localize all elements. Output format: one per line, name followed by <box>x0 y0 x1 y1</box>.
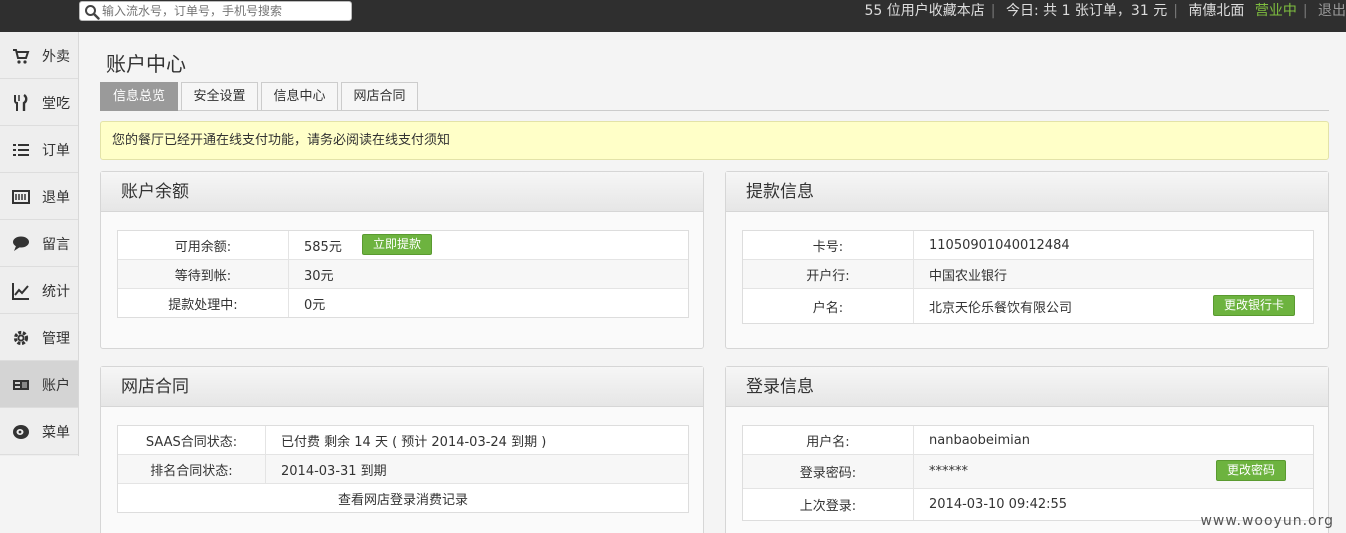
withdraw-button[interactable]: 立即提款 <box>362 234 433 255</box>
table-row: 查看网店登录消费记录 <box>118 484 688 512</box>
login-info-panel: 登录信息 用户名: nanbaobeimian 登录密码: ****** 更改密… <box>725 366 1329 533</box>
change-password-button[interactable]: 更改密码 <box>1216 460 1287 481</box>
sidebar-item-account[interactable]: 账户 <box>0 361 78 408</box>
change-bank-card-button[interactable]: 更改银行卡 <box>1213 295 1296 316</box>
sidebar-item-label: 菜单 <box>42 425 70 441</box>
row-label: 等待到帐: <box>118 260 289 288</box>
cart-icon <box>13 49 30 64</box>
login-info-table: 用户名: nanbaobeimian 登录密码: ****** 更改密码 上次登… <box>742 425 1314 521</box>
sidebar-item-orders[interactable]: 订单 <box>0 126 78 173</box>
table-row: 排名合同状态: 2014-03-31 到期 <box>118 455 688 484</box>
page-title: 账户中心 <box>106 52 186 76</box>
contract-table: SAAS合同状态: 已付费 剩余 14 天 ( 预计 2014-03-24 到期… <box>117 425 689 513</box>
row-label: 登录密码: <box>743 455 914 488</box>
sidebar-item-label: 退单 <box>42 190 70 206</box>
status-badge[interactable]: 营业中 <box>1255 3 1297 19</box>
panel-title: 登录信息 <box>726 367 1328 407</box>
top-info: 55 位用户收藏本店 | 今日: 共 1 张订单，31 元 | 南僡北面 营业中 | … <box>864 3 1346 19</box>
contract-panel: 网店合同 SAAS合同状态: 已付费 剩余 14 天 ( 预计 2014-03-… <box>100 366 704 533</box>
payment-notice: 您的餐厅已经开通在线支付功能，请务必阅读在线支付须知 <box>100 121 1329 160</box>
sidebar-item-dine-in[interactable]: 堂吃 <box>0 79 78 126</box>
sidebar-item-menu[interactable]: 菜单 <box>0 408 78 455</box>
row-value: ****** <box>929 464 968 479</box>
sidebar-item-label: 留言 <box>42 237 70 253</box>
table-row: 登录密码: ****** 更改密码 <box>743 455 1313 489</box>
dish-icon <box>13 425 29 439</box>
row-value: 585元 <box>304 239 342 255</box>
row-value: 11050901040012484 <box>929 237 1070 253</box>
panel-title: 提款信息 <box>726 172 1328 212</box>
gear-icon <box>13 330 29 346</box>
withdraw-info-table: 卡号: 11050901040012484 开户行: 中国农业银行 户名: 北京… <box>742 230 1314 324</box>
sidebar-item-label: 堂吃 <box>42 96 70 112</box>
search-box[interactable] <box>79 1 352 21</box>
row-label: 排名合同状态: <box>118 455 266 483</box>
table-row: 户名: 北京天伦乐餐饮有限公司 更改银行卡 <box>743 289 1313 323</box>
search-icon <box>85 5 100 20</box>
sidebar: 外卖 堂吃 订单 退单 留言 统计 管理 账户 菜单 <box>0 32 79 456</box>
row-label: 上次登录: <box>743 489 914 520</box>
tab-bar: 信息总览 安全设置 信息中心 网店合同 <box>100 82 1329 111</box>
balance-table: 可用余额: 585元 立即提款 等待到帐: 30元 提款处理中: 0元 <box>117 230 689 318</box>
logout-link[interactable]: 退出 <box>1318 3 1346 19</box>
table-row: 等待到帐: 30元 <box>118 260 688 289</box>
list-icon <box>13 144 29 156</box>
sidebar-item-messages[interactable]: 留言 <box>0 220 78 267</box>
tab-info-center[interactable]: 信息中心 <box>261 82 338 111</box>
sidebar-item-label: 订单 <box>42 143 70 159</box>
sidebar-item-label: 外卖 <box>42 49 70 65</box>
panel-title: 账户余额 <box>101 172 703 212</box>
row-label: 用户名: <box>743 426 914 454</box>
withdraw-info-panel: 提款信息 卡号: 11050901040012484 开户行: 中国农业银行 户… <box>725 171 1329 349</box>
sidebar-item-stats[interactable]: 统计 <box>0 267 78 314</box>
panel-title: 网店合同 <box>101 367 703 407</box>
row-value: 2014-03-31 到期 <box>281 463 387 479</box>
table-row: 卡号: 11050901040012484 <box>743 231 1313 260</box>
line-chart-icon <box>12 283 29 300</box>
table-row: SAAS合同状态: 已付费 剩余 14 天 ( 预计 2014-03-24 到期… <box>118 426 688 455</box>
sidebar-item-label: 管理 <box>42 331 70 347</box>
account-card-icon <box>13 380 29 390</box>
sidebar-item-label: 账户 <box>42 378 70 394</box>
sidebar-item-label: 统计 <box>42 284 70 300</box>
row-value: 已付费 剩余 14 天 ( 预计 2014-03-24 到期 ) <box>281 434 547 450</box>
row-value: 30元 <box>304 268 334 284</box>
sidebar-item-takeout[interactable]: 外卖 <box>0 32 78 79</box>
row-label: 提款处理中: <box>118 289 289 317</box>
table-row: 可用余额: 585元 立即提款 <box>118 231 688 260</box>
table-row: 开户行: 中国农业银行 <box>743 260 1313 289</box>
return-icon <box>12 190 30 204</box>
today-orders: 今日: 共 1 张订单，31 元 <box>1005 3 1168 19</box>
search-input[interactable] <box>102 3 348 19</box>
row-label: 开户行: <box>743 260 914 288</box>
row-value: nanbaobeimian <box>929 432 1030 448</box>
tab-overview[interactable]: 信息总览 <box>100 82 178 111</box>
row-label: 可用余额: <box>118 231 289 259</box>
row-label: 户名: <box>743 289 914 323</box>
balance-panel: 账户余额 可用余额: 585元 立即提款 等待到帐: 30元 提款处理中: 0元 <box>100 171 704 349</box>
shop-name[interactable]: 南僡北面 <box>1188 3 1244 19</box>
tab-security[interactable]: 安全设置 <box>181 82 258 111</box>
table-row: 用户名: nanbaobeimian <box>743 426 1313 455</box>
row-value: 中国农业银行 <box>929 268 1008 284</box>
consumption-record-link[interactable]: 查看网店登录消费记录 <box>118 484 688 512</box>
row-label: 卡号: <box>743 231 914 259</box>
fork-knife-icon <box>14 94 28 111</box>
sidebar-item-refunds[interactable]: 退单 <box>0 173 78 220</box>
top-bar: 55 位用户收藏本店| 今日: 共 1 张订单，31 元| 南僡北面 营业中| … <box>0 0 1346 32</box>
watermark: www.wooyun.org <box>1200 513 1334 529</box>
row-value: 0元 <box>304 297 326 313</box>
row-value: 2014-03-10 09:42:55 <box>929 497 1068 512</box>
sidebar-item-manage[interactable]: 管理 <box>0 314 78 361</box>
table-row: 提款处理中: 0元 <box>118 289 688 317</box>
favorites-count: 55 位用户收藏本店 <box>864 3 985 19</box>
row-value: 北京天伦乐餐饮有限公司 <box>929 300 1073 316</box>
chat-bubble-icon <box>13 236 29 251</box>
row-label: SAAS合同状态: <box>118 426 266 454</box>
tab-contract[interactable]: 网店合同 <box>341 82 418 111</box>
